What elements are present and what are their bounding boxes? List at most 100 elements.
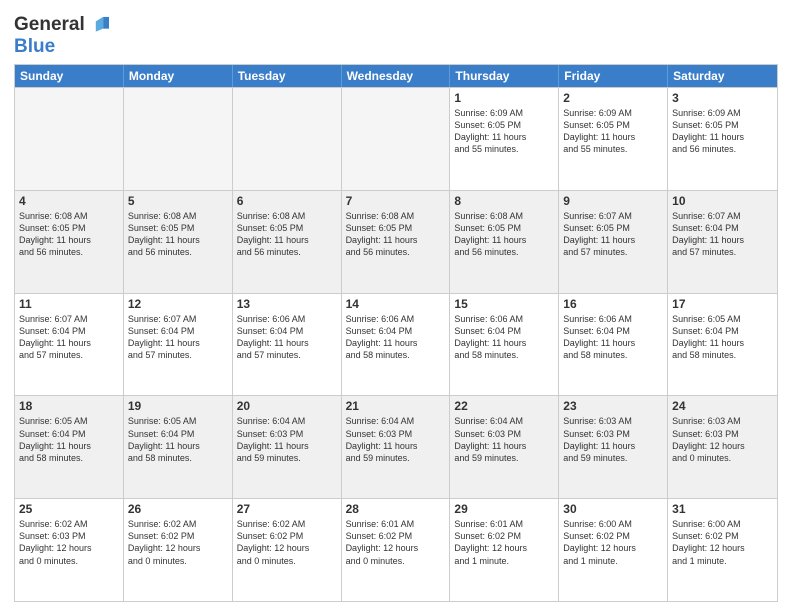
day-number: 16 <box>563 297 663 311</box>
day-number: 20 <box>237 399 337 413</box>
cell-text: Sunrise: 6:07 AM Sunset: 6:04 PM Dayligh… <box>672 210 773 259</box>
cell-text: Sunrise: 6:08 AM Sunset: 6:05 PM Dayligh… <box>346 210 446 259</box>
day-number: 23 <box>563 399 663 413</box>
calendar-cell: 30 Sunrise: 6:00 AM Sunset: 6:02 PM Dayli… <box>559 499 668 601</box>
cell-text: Sunrise: 6:04 AM Sunset: 6:03 PM Dayligh… <box>237 415 337 464</box>
day-number: 31 <box>672 502 773 516</box>
day-number: 22 <box>454 399 554 413</box>
calendar-body: 1 Sunrise: 6:09 AM Sunset: 6:05 PM Daylig… <box>15 87 777 601</box>
calendar-cell: 17Sunrise: 6:05 AM Sunset: 6:04 PM Dayli… <box>668 294 777 396</box>
calendar-cell: 6 Sunrise: 6:08 AM Sunset: 6:05 PM Daylig… <box>233 191 342 293</box>
calendar-cell: 3 Sunrise: 6:09 AM Sunset: 6:05 PM Daylig… <box>668 88 777 190</box>
cell-text: Sunrise: 6:04 AM Sunset: 6:03 PM Dayligh… <box>346 415 446 464</box>
cell-text: Sunrise: 6:01 AM Sunset: 6:02 PM Dayligh… <box>454 518 554 567</box>
cell-text: Sunrise: 6:03 AM Sunset: 6:03 PM Dayligh… <box>563 415 663 464</box>
cell-text: Sunrise: 6:06 AM Sunset: 6:04 PM Dayligh… <box>346 313 446 362</box>
calendar-header: SundayMondayTuesdayWednesdayThursdayFrid… <box>15 65 777 87</box>
cell-text: Sunrise: 6:09 AM Sunset: 6:05 PM Dayligh… <box>672 107 773 156</box>
day-number: 27 <box>237 502 337 516</box>
calendar-cell <box>15 88 124 190</box>
day-number: 30 <box>563 502 663 516</box>
logo-general: General <box>14 14 85 36</box>
cell-text: Sunrise: 6:01 AM Sunset: 6:02 PM Dayligh… <box>346 518 446 567</box>
logo: General Blue <box>14 14 109 58</box>
cell-text: Sunrise: 6:02 AM Sunset: 6:02 PM Dayligh… <box>237 518 337 567</box>
day-number: 8 <box>454 194 554 208</box>
cell-text: Sunrise: 6:02 AM Sunset: 6:03 PM Dayligh… <box>19 518 119 567</box>
calendar-cell: 18Sunrise: 6:05 AM Sunset: 6:04 PM Dayli… <box>15 396 124 498</box>
weekday-header: Monday <box>124 65 233 87</box>
day-number: 24 <box>672 399 773 413</box>
calendar-cell: 9Sunrise: 6:07 AM Sunset: 6:05 PM Daylig… <box>559 191 668 293</box>
cell-text: Sunrise: 6:09 AM Sunset: 6:05 PM Dayligh… <box>454 107 554 156</box>
calendar: SundayMondayTuesdayWednesdayThursdayFrid… <box>14 64 778 602</box>
calendar-row: 1 Sunrise: 6:09 AM Sunset: 6:05 PM Daylig… <box>15 87 777 190</box>
cell-text: Sunrise: 6:05 AM Sunset: 6:04 PM Dayligh… <box>19 415 119 464</box>
calendar-cell: 15Sunrise: 6:06 AM Sunset: 6:04 PM Dayli… <box>450 294 559 396</box>
calendar-cell: 29 Sunrise: 6:01 AM Sunset: 6:02 PM Dayli… <box>450 499 559 601</box>
calendar-cell: 16 Sunrise: 6:06 AM Sunset: 6:04 PM Dayli… <box>559 294 668 396</box>
cell-text: Sunrise: 6:02 AM Sunset: 6:02 PM Dayligh… <box>128 518 228 567</box>
cell-text: Sunrise: 6:06 AM Sunset: 6:04 PM Dayligh… <box>563 313 663 362</box>
cell-text: Sunrise: 6:04 AM Sunset: 6:03 PM Dayligh… <box>454 415 554 464</box>
calendar-cell: 27 Sunrise: 6:02 AM Sunset: 6:02 PM Dayli… <box>233 499 342 601</box>
calendar-cell: 13Sunrise: 6:06 AM Sunset: 6:04 PM Dayli… <box>233 294 342 396</box>
weekday-header: Friday <box>559 65 668 87</box>
day-number: 25 <box>19 502 119 516</box>
cell-text: Sunrise: 6:07 AM Sunset: 6:04 PM Dayligh… <box>128 313 228 362</box>
calendar-cell: 7 Sunrise: 6:08 AM Sunset: 6:05 PM Daylig… <box>342 191 451 293</box>
calendar-row: 11 Sunrise: 6:07 AM Sunset: 6:04 PM Dayli… <box>15 293 777 396</box>
cell-text: Sunrise: 6:08 AM Sunset: 6:05 PM Dayligh… <box>128 210 228 259</box>
day-number: 2 <box>563 91 663 105</box>
weekday-header: Wednesday <box>342 65 451 87</box>
day-number: 7 <box>346 194 446 208</box>
calendar-cell: 23 Sunrise: 6:03 AM Sunset: 6:03 PM Dayli… <box>559 396 668 498</box>
day-number: 11 <box>19 297 119 311</box>
calendar-cell: 5 Sunrise: 6:08 AM Sunset: 6:05 PM Daylig… <box>124 191 233 293</box>
cell-text: Sunrise: 6:07 AM Sunset: 6:05 PM Dayligh… <box>563 210 663 259</box>
cell-text: Sunrise: 6:05 AM Sunset: 6:04 PM Dayligh… <box>128 415 228 464</box>
weekday-header: Sunday <box>15 65 124 87</box>
day-number: 19 <box>128 399 228 413</box>
calendar-cell: 10 Sunrise: 6:07 AM Sunset: 6:04 PM Dayli… <box>668 191 777 293</box>
day-number: 21 <box>346 399 446 413</box>
calendar-cell: 24 Sunrise: 6:03 AM Sunset: 6:03 PM Dayli… <box>668 396 777 498</box>
cell-text: Sunrise: 6:00 AM Sunset: 6:02 PM Dayligh… <box>563 518 663 567</box>
cell-text: Sunrise: 6:09 AM Sunset: 6:05 PM Dayligh… <box>563 107 663 156</box>
day-number: 29 <box>454 502 554 516</box>
day-number: 10 <box>672 194 773 208</box>
calendar-cell <box>233 88 342 190</box>
cell-text: Sunrise: 6:03 AM Sunset: 6:03 PM Dayligh… <box>672 415 773 464</box>
day-number: 15 <box>454 297 554 311</box>
calendar-cell: 1 Sunrise: 6:09 AM Sunset: 6:05 PM Daylig… <box>450 88 559 190</box>
calendar-cell: 4Sunrise: 6:08 AM Sunset: 6:05 PM Daylig… <box>15 191 124 293</box>
day-number: 26 <box>128 502 228 516</box>
calendar-cell: 11 Sunrise: 6:07 AM Sunset: 6:04 PM Dayli… <box>15 294 124 396</box>
cell-text: Sunrise: 6:00 AM Sunset: 6:02 PM Dayligh… <box>672 518 773 567</box>
day-number: 1 <box>454 91 554 105</box>
calendar-cell: 28Sunrise: 6:01 AM Sunset: 6:02 PM Dayli… <box>342 499 451 601</box>
weekday-header: Thursday <box>450 65 559 87</box>
calendar-row: 25 Sunrise: 6:02 AM Sunset: 6:03 PM Dayli… <box>15 498 777 601</box>
calendar-cell: 22 Sunrise: 6:04 AM Sunset: 6:03 PM Dayli… <box>450 396 559 498</box>
calendar-cell: 21 Sunrise: 6:04 AM Sunset: 6:03 PM Dayli… <box>342 396 451 498</box>
day-number: 6 <box>237 194 337 208</box>
day-number: 14 <box>346 297 446 311</box>
day-number: 5 <box>128 194 228 208</box>
cell-text: Sunrise: 6:08 AM Sunset: 6:05 PM Dayligh… <box>237 210 337 259</box>
calendar-row: 18Sunrise: 6:05 AM Sunset: 6:04 PM Dayli… <box>15 395 777 498</box>
calendar-cell <box>124 88 233 190</box>
day-number: 3 <box>672 91 773 105</box>
calendar-cell: 2 Sunrise: 6:09 AM Sunset: 6:05 PM Daylig… <box>559 88 668 190</box>
calendar-cell: 20 Sunrise: 6:04 AM Sunset: 6:03 PM Dayli… <box>233 396 342 498</box>
calendar-cell <box>342 88 451 190</box>
header: General Blue <box>14 10 778 58</box>
cell-text: Sunrise: 6:08 AM Sunset: 6:05 PM Dayligh… <box>19 210 119 259</box>
day-number: 12 <box>128 297 228 311</box>
cell-text: Sunrise: 6:07 AM Sunset: 6:04 PM Dayligh… <box>19 313 119 362</box>
calendar-row: 4Sunrise: 6:08 AM Sunset: 6:05 PM Daylig… <box>15 190 777 293</box>
weekday-header: Saturday <box>668 65 777 87</box>
calendar-cell: 14 Sunrise: 6:06 AM Sunset: 6:04 PM Dayli… <box>342 294 451 396</box>
calendar-cell: 25 Sunrise: 6:02 AM Sunset: 6:03 PM Dayli… <box>15 499 124 601</box>
day-number: 17 <box>672 297 773 311</box>
